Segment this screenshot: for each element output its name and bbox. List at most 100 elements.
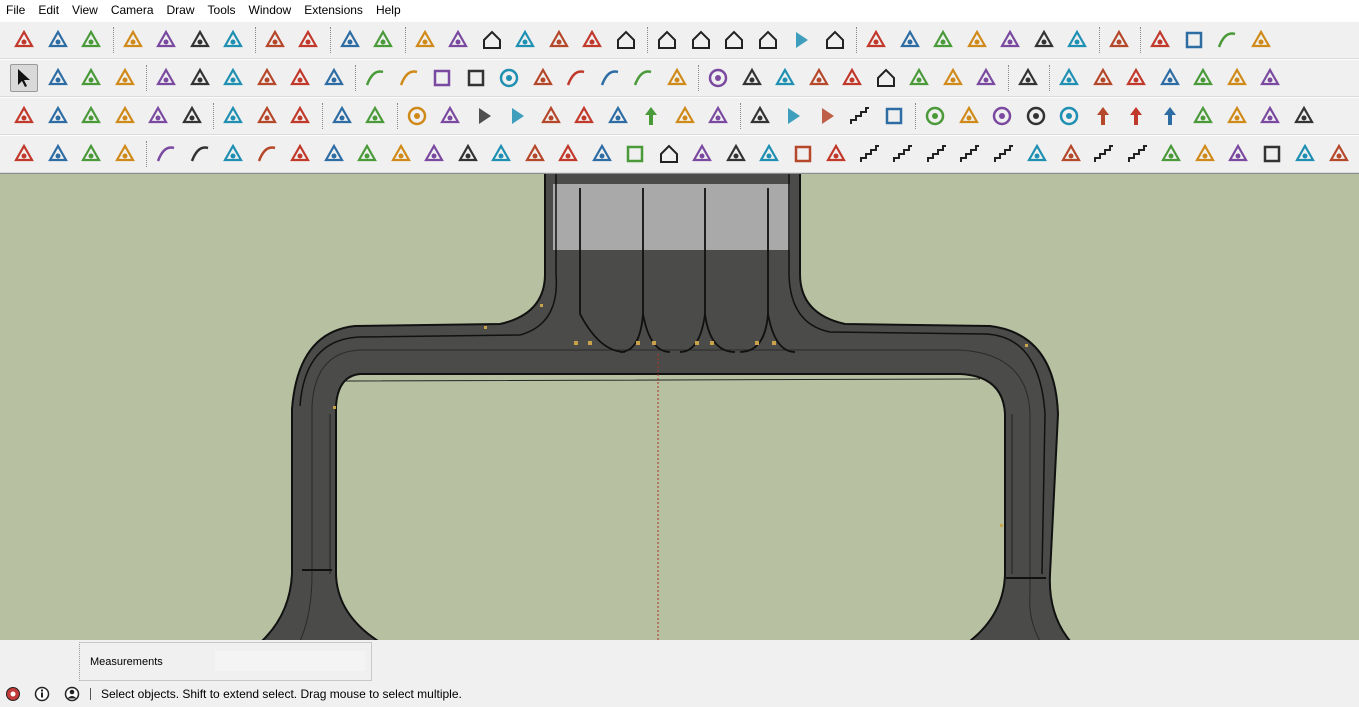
extension-warehouse-button[interactable] <box>612 26 640 54</box>
reverse-button[interactable] <box>503 102 531 130</box>
sandbox-smoove-button[interactable] <box>77 140 105 168</box>
camera-6-button[interactable] <box>1030 26 1058 54</box>
polygon-button[interactable] <box>529 64 557 92</box>
stairs-2-button[interactable] <box>956 140 984 168</box>
sandbox-from-contours-button[interactable] <box>10 140 38 168</box>
close-x-button[interactable] <box>704 102 732 130</box>
tape-measure-button[interactable] <box>10 102 38 130</box>
stairs-3-button[interactable] <box>990 140 1018 168</box>
grid-button[interactable] <box>1258 140 1286 168</box>
credits-icon[interactable] <box>34 686 50 702</box>
text-button[interactable] <box>111 102 139 130</box>
arc-button[interactable] <box>562 64 590 92</box>
export-button[interactable] <box>1256 64 1284 92</box>
beam-button[interactable] <box>1224 140 1252 168</box>
back-view-button[interactable] <box>787 26 815 54</box>
s-down-button[interactable] <box>671 102 699 130</box>
stairs-1-button[interactable] <box>923 140 951 168</box>
fast-back-button[interactable] <box>813 102 841 130</box>
make-component-button[interactable] <box>44 64 72 92</box>
zoom-button[interactable] <box>771 64 799 92</box>
open-folder-button[interactable] <box>44 26 72 54</box>
menu-edit[interactable]: Edit <box>32 0 66 21</box>
erase-button[interactable] <box>219 26 247 54</box>
camera-3-button[interactable] <box>929 26 957 54</box>
stack-button[interactable] <box>856 140 884 168</box>
menu-file[interactable]: File <box>0 0 32 21</box>
previous-view-button[interactable] <box>872 64 900 92</box>
new-model-button[interactable] <box>10 26 38 54</box>
ui-button[interactable] <box>746 102 774 130</box>
extrude-button[interactable] <box>387 140 415 168</box>
dimension-tool-button[interactable] <box>44 102 72 130</box>
arrow-up-red-button[interactable] <box>1156 102 1184 130</box>
vent-button[interactable] <box>1325 140 1353 168</box>
step-button[interactable] <box>1090 140 1118 168</box>
bend-button[interactable] <box>353 140 381 168</box>
corner-button[interactable] <box>822 140 850 168</box>
pick-button[interactable] <box>955 102 983 130</box>
forward-button[interactable] <box>779 102 807 130</box>
print-button[interactable] <box>336 26 364 54</box>
angle-2-button[interactable] <box>521 140 549 168</box>
share-model-button[interactable] <box>444 26 472 54</box>
menu-camera[interactable]: Camera <box>105 0 161 21</box>
rotated-rectangle-button[interactable] <box>462 64 490 92</box>
rewind-button[interactable] <box>570 102 598 130</box>
follow-me-button[interactable] <box>253 64 281 92</box>
rectangle-button[interactable] <box>428 64 456 92</box>
paste-button[interactable] <box>186 26 214 54</box>
sandbox-stamp-button[interactable] <box>111 140 139 168</box>
three-point-arc-button[interactable] <box>629 64 657 92</box>
arrow-up-down-button[interactable] <box>1089 102 1117 130</box>
stop-square-button[interactable] <box>880 102 908 130</box>
lathe-button[interactable] <box>420 140 448 168</box>
camera-5-button[interactable] <box>996 26 1024 54</box>
two-point-arc-button[interactable] <box>596 64 624 92</box>
save-button[interactable] <box>77 26 105 54</box>
position-camera-button[interactable] <box>905 64 933 92</box>
menu-help[interactable]: Help <box>370 0 408 21</box>
axes-button[interactable] <box>1089 64 1117 92</box>
right-view-button[interactable] <box>754 26 782 54</box>
scenes-button[interactable] <box>328 102 356 130</box>
freehand-button[interactable] <box>395 64 423 92</box>
hidden-line-button[interactable] <box>1213 26 1241 54</box>
s-up-button[interactable] <box>637 102 665 130</box>
geolocation-icon[interactable] <box>5 686 21 702</box>
xray-button[interactable] <box>1146 26 1174 54</box>
roof-button[interactable] <box>655 140 683 168</box>
zoom-extents-button[interactable] <box>838 64 866 92</box>
curve-polyline-button[interactable] <box>152 140 180 168</box>
spiral-button[interactable] <box>1023 140 1051 168</box>
circle-button[interactable] <box>495 64 523 92</box>
section-fill-button[interactable] <box>1122 64 1150 92</box>
coil-button[interactable] <box>1189 102 1217 130</box>
play-button[interactable] <box>470 102 498 130</box>
gear-button[interactable] <box>1189 64 1217 92</box>
fix-button[interactable] <box>1223 64 1251 92</box>
front-view-button[interactable] <box>720 26 748 54</box>
model-info-button[interactable] <box>369 26 397 54</box>
toggle-terrain-button[interactable] <box>545 26 573 54</box>
frame-button[interactable] <box>621 140 649 168</box>
angle-1-button[interactable] <box>487 140 515 168</box>
loft-button[interactable] <box>454 140 482 168</box>
panel-button[interactable] <box>789 140 817 168</box>
look-around-button[interactable] <box>939 64 967 92</box>
materials-button[interactable] <box>1055 64 1083 92</box>
axis-button[interactable] <box>1223 102 1251 130</box>
intersect-button[interactable] <box>253 102 281 130</box>
shape-bender-button[interactable] <box>320 140 348 168</box>
menu-view[interactable]: View <box>66 0 105 21</box>
select-button[interactable] <box>10 64 38 92</box>
top-view-button[interactable] <box>687 26 715 54</box>
rail-button[interactable] <box>1157 140 1185 168</box>
cut-curve-button[interactable] <box>253 140 281 168</box>
stop-button[interactable] <box>604 102 632 130</box>
columns-button[interactable] <box>688 140 716 168</box>
angle-3-button[interactable] <box>554 140 582 168</box>
sandbox-from-scratch-button[interactable] <box>44 140 72 168</box>
plane-button[interactable] <box>588 140 616 168</box>
get-models-warehouse-button[interactable] <box>478 26 506 54</box>
